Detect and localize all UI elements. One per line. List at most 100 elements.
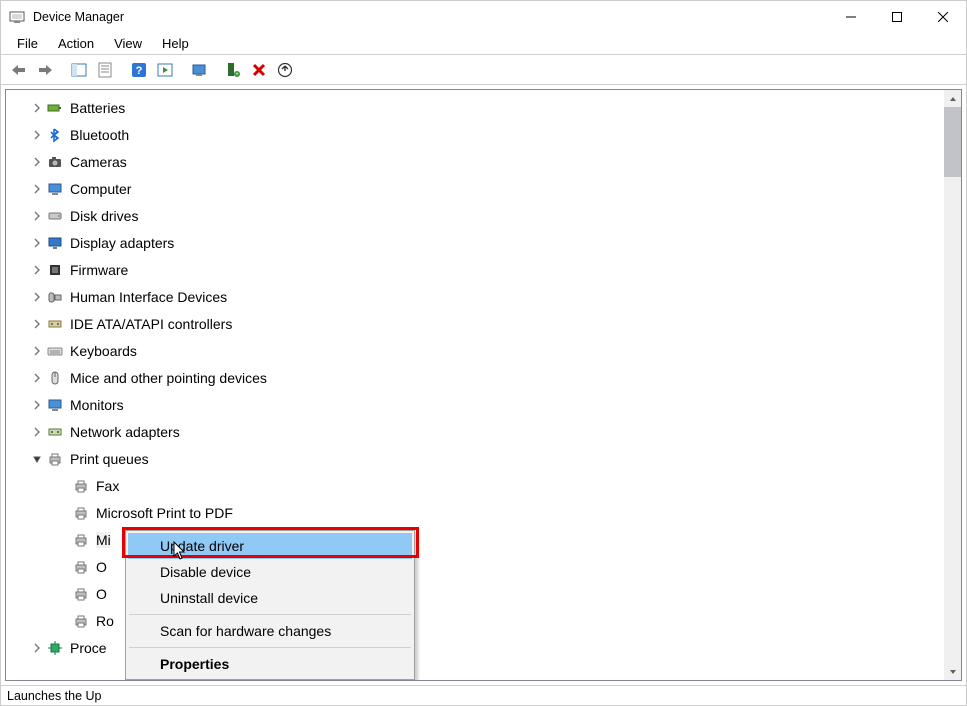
processor-icon xyxy=(46,639,64,657)
context-menu-separator xyxy=(129,614,411,615)
back-button[interactable] xyxy=(7,58,31,82)
expander-icon[interactable] xyxy=(28,288,46,306)
context-menu-separator xyxy=(129,647,411,648)
expander-placeholder xyxy=(54,477,72,495)
tree-item[interactable]: Fax xyxy=(6,472,961,499)
expander-icon[interactable] xyxy=(28,450,46,468)
menu-view[interactable]: View xyxy=(104,34,152,53)
properties-button[interactable] xyxy=(93,58,117,82)
bluetooth-icon xyxy=(46,126,64,144)
expander-icon[interactable] xyxy=(28,261,46,279)
camera-icon xyxy=(46,153,64,171)
tree-category[interactable]: Display adapters xyxy=(6,229,961,256)
tree-item[interactable]: Microsoft Print to PDF xyxy=(6,499,961,526)
ide-icon xyxy=(46,315,64,333)
tree-category-label: Network adapters xyxy=(70,424,180,440)
expander-icon[interactable] xyxy=(28,180,46,198)
expander-placeholder xyxy=(54,558,72,576)
window-title: Device Manager xyxy=(33,10,124,24)
vertical-scrollbar[interactable] xyxy=(944,90,961,680)
tree-category[interactable]: Print queues xyxy=(6,445,961,472)
device-manager-window: Device Manager File Action View Help ? +… xyxy=(0,0,967,706)
toolbar: ? + xyxy=(1,55,966,85)
tree-item-label: Microsoft Print to PDF xyxy=(96,505,233,521)
expander-icon[interactable] xyxy=(28,423,46,441)
scroll-up-button[interactable] xyxy=(944,90,961,107)
tree-category[interactable]: Batteries xyxy=(6,94,961,121)
menubar: File Action View Help xyxy=(1,33,966,55)
tree-category-label: Computer xyxy=(70,181,131,197)
tree-category[interactable]: Mice and other pointing devices xyxy=(6,364,961,391)
update-driver-button[interactable] xyxy=(273,58,297,82)
tree-category-label: Bluetooth xyxy=(70,127,129,143)
menu-action[interactable]: Action xyxy=(48,34,104,53)
tree-category-label: Firmware xyxy=(70,262,128,278)
hid-icon xyxy=(46,288,64,306)
display-icon xyxy=(46,234,64,252)
show-hide-console-tree-button[interactable] xyxy=(67,58,91,82)
expander-icon[interactable] xyxy=(28,207,46,225)
titlebar: Device Manager xyxy=(1,1,966,33)
expander-icon[interactable] xyxy=(28,639,46,657)
tree-category-label: Print queues xyxy=(70,451,149,467)
status-text: Launches the Up xyxy=(7,689,102,703)
context-menu[interactable]: Update driverDisable deviceUninstall dev… xyxy=(125,530,415,680)
svg-text:?: ? xyxy=(136,65,143,77)
tree-item-label: O xyxy=(96,586,107,602)
tree-category-label: Cameras xyxy=(70,154,127,170)
printer-icon xyxy=(72,504,90,522)
keyboard-icon xyxy=(46,342,64,360)
help-button[interactable]: ? xyxy=(127,58,151,82)
printer-icon xyxy=(72,531,90,549)
tree-category[interactable]: Firmware xyxy=(6,256,961,283)
mouse-icon xyxy=(46,369,64,387)
tree-category[interactable]: Network adapters xyxy=(6,418,961,445)
close-button[interactable] xyxy=(920,1,966,33)
context-menu-item[interactable]: Properties xyxy=(128,651,412,677)
expander-icon[interactable] xyxy=(28,315,46,333)
network-icon xyxy=(46,423,64,441)
tree-category[interactable]: IDE ATA/ATAPI controllers xyxy=(6,310,961,337)
tree-category-label: Monitors xyxy=(70,397,124,413)
printer-icon xyxy=(72,585,90,603)
forward-button[interactable] xyxy=(33,58,57,82)
tree-category-label: Human Interface Devices xyxy=(70,289,227,305)
tree-category[interactable]: Disk drives xyxy=(6,202,961,229)
printer-icon xyxy=(72,612,90,630)
printer-icon xyxy=(72,477,90,495)
add-legacy-hardware-button[interactable]: + xyxy=(221,58,245,82)
action-button[interactable] xyxy=(153,58,177,82)
expander-icon[interactable] xyxy=(28,342,46,360)
expander-icon[interactable] xyxy=(28,369,46,387)
context-menu-item[interactable]: Update driver xyxy=(128,533,412,559)
tree-category-label: Proce xyxy=(70,640,107,656)
expander-icon[interactable] xyxy=(28,153,46,171)
maximize-button[interactable] xyxy=(874,1,920,33)
expander-icon[interactable] xyxy=(28,126,46,144)
scroll-down-button[interactable] xyxy=(944,663,961,680)
expander-icon[interactable] xyxy=(28,99,46,117)
menu-file[interactable]: File xyxy=(7,34,48,53)
tree-category[interactable]: Human Interface Devices xyxy=(6,283,961,310)
context-menu-item[interactable]: Uninstall device xyxy=(128,585,412,611)
scan-hardware-button[interactable] xyxy=(187,58,211,82)
expander-icon[interactable] xyxy=(28,396,46,414)
expander-icon[interactable] xyxy=(28,234,46,252)
battery-icon xyxy=(46,99,64,117)
tree-category[interactable]: Bluetooth xyxy=(6,121,961,148)
uninstall-device-button[interactable] xyxy=(247,58,271,82)
printer-icon xyxy=(72,558,90,576)
scroll-thumb[interactable] xyxy=(944,107,961,177)
tree-category[interactable]: Cameras xyxy=(6,148,961,175)
tree-item-label: Ro xyxy=(96,613,114,629)
window-controls xyxy=(828,1,966,33)
toolbar-separator xyxy=(119,58,125,82)
minimize-button[interactable] xyxy=(828,1,874,33)
context-menu-item[interactable]: Scan for hardware changes xyxy=(128,618,412,644)
menu-help[interactable]: Help xyxy=(152,34,199,53)
tree-category[interactable]: Computer xyxy=(6,175,961,202)
tree-category[interactable]: Monitors xyxy=(6,391,961,418)
context-menu-item[interactable]: Disable device xyxy=(128,559,412,585)
tree-category[interactable]: Keyboards xyxy=(6,337,961,364)
tree-category-label: IDE ATA/ATAPI controllers xyxy=(70,316,232,332)
